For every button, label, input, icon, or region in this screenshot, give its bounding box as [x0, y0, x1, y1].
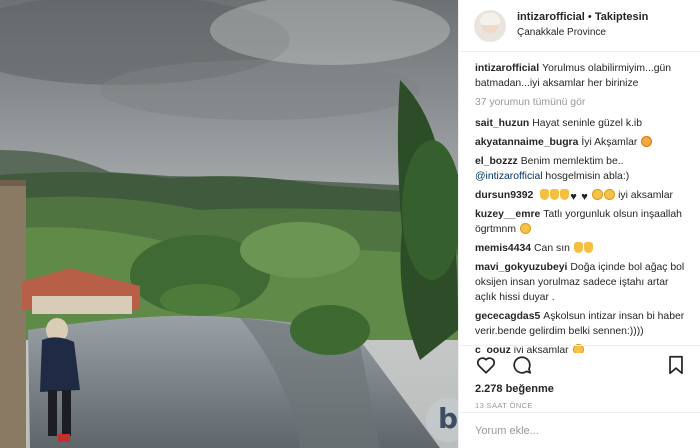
comment-username[interactable]: akyatannaime_bugra — [475, 137, 578, 148]
caption-username[interactable]: intizarofficial — [475, 63, 539, 74]
follow-status-button[interactable]: Takiptesin — [595, 11, 649, 23]
comment-icon[interactable] — [511, 354, 533, 376]
author-username[interactable]: intizarofficial — [517, 11, 585, 23]
post-photo[interactable]: b — [0, 0, 458, 448]
post-actions: 2.278 beğenme 13 SAAT ÖNCE — [459, 345, 700, 412]
comment-item: el_bozzz Benim memlektim be.. @intizaroff… — [475, 154, 688, 184]
comment-item: kuzey__emre Tatlı yorgunluk olsun inşaall… — [475, 207, 688, 237]
post-header: intizarofficial • Takiptesin Çanakkale P… — [459, 0, 700, 52]
clap-emoji-icon — [540, 189, 550, 200]
heart-icon[interactable] — [475, 354, 497, 376]
post-timestamp: 13 SAAT ÖNCE — [475, 401, 533, 410]
clap-emoji-icon — [560, 189, 570, 200]
post-location[interactable]: Çanakkale Province — [517, 27, 648, 40]
comment-text: Benim memlektim be.. — [520, 156, 624, 167]
smile-emoji-icon — [519, 223, 531, 234]
post-side-panel: intizarofficial • Takiptesin Çanakkale P… — [458, 0, 700, 448]
avatar[interactable] — [474, 9, 506, 42]
comment-username[interactable]: memis4434 — [475, 243, 531, 254]
comment-item: gececagdas5 Aşkolsun intizar insan bi hab… — [475, 309, 688, 339]
caption: intizarofficial Yorulmus olabilirmiyim...… — [475, 61, 688, 91]
bookmark-icon[interactable] — [665, 354, 687, 376]
comments-list[interactable]: intizarofficial Yorulmus olabilirmiyim...… — [459, 52, 700, 353]
heart-emoji-icon: ♥ — [570, 191, 577, 203]
comment-item: akyatannaime_bugra İyi Akşamlar — [475, 135, 688, 150]
victory-hand-emoji-icon — [583, 242, 593, 253]
clap-emoji-icon — [550, 189, 560, 200]
smile-emoji-icon — [604, 189, 616, 200]
like-count[interactable]: 2.278 beğenme — [475, 383, 687, 395]
comment-username[interactable]: el_bozzz — [475, 156, 518, 167]
comment-text: iyi aksamlar — [618, 190, 673, 201]
ok-hand-emoji-icon — [573, 242, 583, 253]
comment-username[interactable]: dursun9392 — [475, 190, 533, 201]
heart-emoji-icon: ♥ — [581, 191, 588, 203]
header-separator: • — [584, 11, 595, 24]
comment-username[interactable]: gececagdas5 — [475, 311, 540, 322]
comment-text: İyi Akşamlar — [581, 137, 638, 148]
landscape-image — [0, 0, 458, 448]
smile-emoji-icon — [592, 189, 604, 200]
comment-username[interactable]: kuzey__emre — [475, 209, 540, 220]
comment-item: mavi_gokyuzubeyi Doğa içinde bol ağaç bol… — [475, 260, 688, 305]
comment-item: memis4434 Can sın — [475, 241, 688, 256]
view-all-comments-link[interactable]: 37 yorumun tümünü gör — [475, 95, 688, 110]
add-comment-bar — [459, 412, 700, 448]
comment-item: sait_huzun Hayat seninle güzel k.ib — [475, 116, 688, 131]
comment-text-continued: hosgelmisin abla:) — [542, 171, 630, 182]
comment-text: Hayat seninle güzel k.ib — [532, 118, 643, 129]
comment-username[interactable]: sait_huzun — [475, 118, 529, 129]
comment-mention[interactable]: @intizarofficial — [475, 171, 543, 182]
comment-item: dursun9392 ♥ ♥ iyi aksamlar — [475, 188, 688, 203]
blush-emoji-icon — [641, 136, 653, 147]
comment-input[interactable] — [475, 424, 685, 437]
comment-text: Can sın — [534, 243, 570, 254]
comment-username[interactable]: mavi_gokyuzubeyi — [475, 262, 567, 273]
